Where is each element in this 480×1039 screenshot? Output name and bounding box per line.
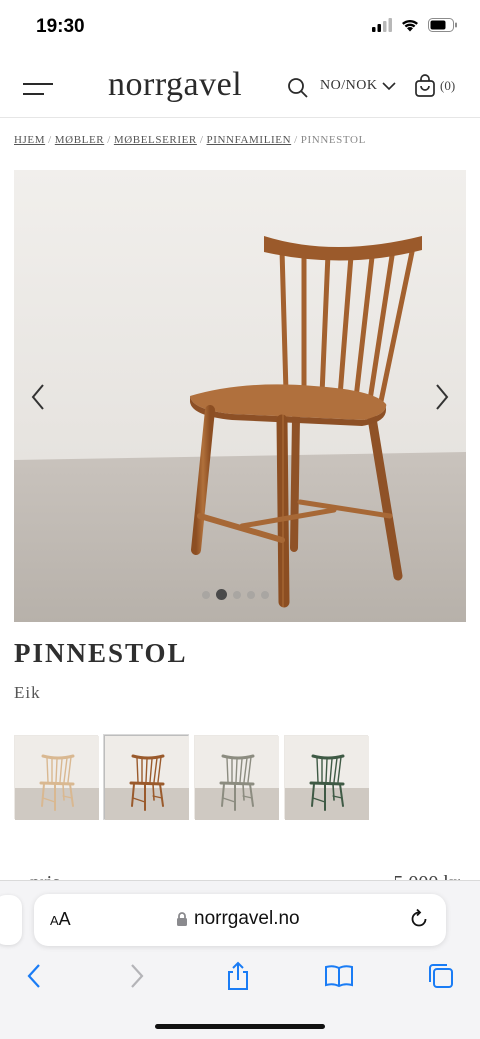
gallery-dots xyxy=(202,589,269,600)
status-time: 19:30 xyxy=(36,16,85,37)
product-image xyxy=(14,170,466,622)
breadcrumb-separator: / xyxy=(199,134,204,146)
tabs-button[interactable] xyxy=(424,959,458,993)
breadcrumb-separator: / xyxy=(294,134,298,146)
site-logo[interactable]: norrgavel xyxy=(108,66,242,104)
menu-button[interactable] xyxy=(22,76,54,100)
url-display: norrgavel.no xyxy=(176,908,300,930)
breadcrumb-separator: / xyxy=(107,134,111,146)
browser-toolbar xyxy=(0,959,480,999)
product-title: PINNESTOL xyxy=(14,638,188,668)
status-bar: 19:30 xyxy=(0,0,480,56)
share-icon xyxy=(228,961,248,990)
cart-count: (0) xyxy=(440,78,456,93)
wifi-icon xyxy=(402,19,418,32)
status-icons xyxy=(372,18,458,32)
back-icon xyxy=(27,964,40,988)
gallery-prev-button[interactable] xyxy=(24,380,52,414)
cart-icon xyxy=(415,74,435,97)
share-button[interactable] xyxy=(221,959,255,993)
aa-large: A xyxy=(58,909,71,929)
battery-icon xyxy=(428,18,457,32)
menu-icon xyxy=(23,83,53,95)
aa-small: A xyxy=(50,913,59,928)
variant-chair-image xyxy=(105,736,189,820)
breadcrumb: HJEM / MØBLER / MØBELSERIER / PINNFAMILIEN / PIN… xyxy=(14,134,366,146)
product-material: Eik xyxy=(14,683,41,702)
gallery-dot[interactable] xyxy=(233,590,241,599)
breadcrumb-current: PINNESTOL xyxy=(300,134,366,146)
variant-selector xyxy=(14,735,369,820)
gallery-dot[interactable] xyxy=(247,590,255,599)
cart-button[interactable]: (0) xyxy=(414,74,455,98)
previous-tab-preview[interactable] xyxy=(0,895,22,945)
home-indicator xyxy=(155,1024,325,1029)
url-text: norrgavel.no xyxy=(194,908,300,929)
browser-bar: AA norrgavel.no xyxy=(0,880,480,1039)
product-gallery[interactable] xyxy=(14,170,466,622)
variant-green[interactable] xyxy=(284,735,369,820)
breadcrumb-home[interactable]: HJEM xyxy=(14,134,45,146)
locale-selector[interactable]: NO/NOK xyxy=(320,78,397,94)
back-button[interactable] xyxy=(17,959,51,993)
bookmarks-button[interactable] xyxy=(322,959,356,993)
variant-chair-image xyxy=(195,736,279,820)
gallery-dot[interactable] xyxy=(261,590,269,599)
variant-oiled-oak[interactable] xyxy=(104,735,189,820)
variant-chair-image xyxy=(15,736,99,820)
chevron-right-icon xyxy=(436,384,449,410)
chevron-down-icon xyxy=(382,82,397,91)
site-header: norrgavel NO/NOK (0) xyxy=(0,60,480,118)
locale-label: NO/NOK xyxy=(320,78,378,93)
search-button[interactable] xyxy=(286,76,312,102)
bookmarks-icon xyxy=(325,965,353,988)
forward-icon xyxy=(131,964,144,988)
lock-icon xyxy=(177,912,187,926)
address-bar[interactable]: AA norrgavel.no xyxy=(34,894,446,946)
gallery-dot[interactable] xyxy=(202,590,210,599)
variant-grey[interactable] xyxy=(194,735,279,820)
chevron-left-icon xyxy=(31,384,44,410)
signal-icon xyxy=(372,18,392,32)
reload-icon xyxy=(411,908,427,927)
variant-light-oak[interactable] xyxy=(14,735,99,820)
gallery-next-button[interactable] xyxy=(428,380,456,414)
forward-button[interactable] xyxy=(120,959,154,993)
tabs-icon xyxy=(429,964,453,988)
search-icon xyxy=(288,78,308,98)
reload-button[interactable] xyxy=(408,908,430,930)
breadcrumb-separator: / xyxy=(48,134,52,146)
breadcrumb-pinnfamilien[interactable]: PINNFAMILIEN xyxy=(207,134,292,146)
breadcrumb-mobelserier[interactable]: MØBELSERIER xyxy=(114,134,197,146)
variant-chair-image xyxy=(285,736,369,820)
gallery-dot[interactable] xyxy=(216,589,227,600)
reader-options-button[interactable]: AA xyxy=(50,909,71,930)
breadcrumb-mobler[interactable]: MØBLER xyxy=(55,134,104,146)
